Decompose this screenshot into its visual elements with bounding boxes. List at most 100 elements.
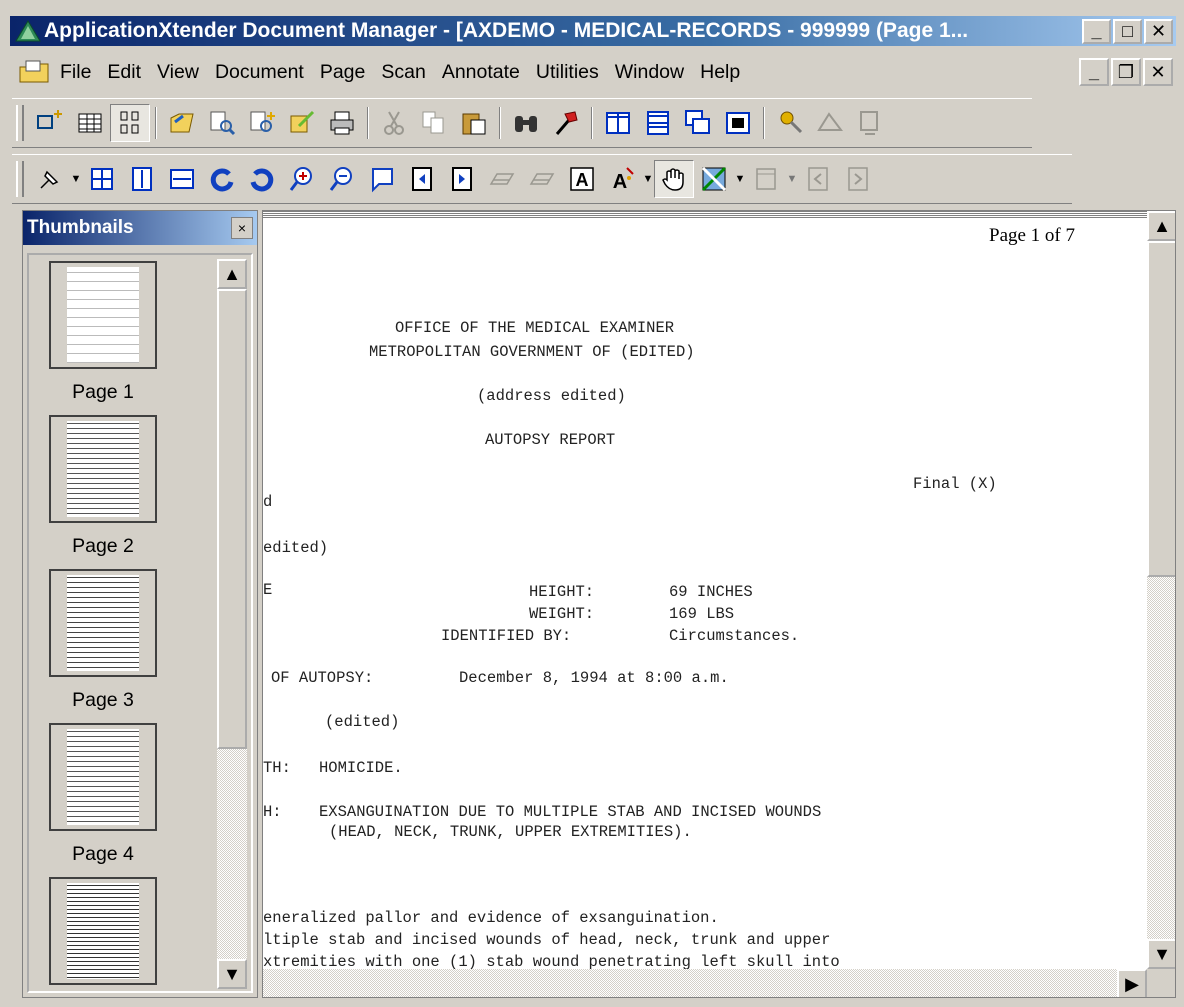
scroll-up-icon[interactable]: ▲	[217, 259, 247, 289]
previous-page-icon[interactable]	[402, 160, 442, 198]
thumbnail-page-2[interactable]: Page 2	[49, 415, 157, 558]
menu-document[interactable]: Document	[207, 55, 312, 89]
mdi-close-button[interactable]: ✕	[1143, 58, 1173, 86]
thumbnails-title: Thumbnails	[27, 217, 134, 238]
find-icon[interactable]	[506, 104, 546, 142]
cascade-icon[interactable]	[678, 104, 718, 142]
first-page-icon[interactable]	[798, 160, 838, 198]
maximize-button[interactable]: □	[1113, 18, 1142, 44]
scroll-right-icon[interactable]: ▶	[1117, 969, 1147, 997]
fit-best-icon[interactable]	[482, 160, 522, 198]
cut-icon[interactable]	[374, 104, 414, 142]
new-query-icon[interactable]	[242, 104, 282, 142]
new-document-icon[interactable]	[30, 104, 70, 142]
tile-vertical-icon[interactable]	[598, 104, 638, 142]
zoom-out-icon[interactable]	[322, 160, 362, 198]
menu-edit[interactable]: Edit	[99, 55, 149, 89]
open-folder-icon[interactable]	[162, 104, 202, 142]
document-horizontal-scrollbar[interactable]: ▶	[263, 969, 1147, 997]
menu-annotate[interactable]: Annotate	[434, 55, 528, 89]
paste-icon[interactable]	[454, 104, 494, 142]
thumbnail-page-3[interactable]: Page 3	[49, 569, 157, 712]
menu-scan[interactable]: Scan	[373, 55, 433, 89]
toolbar-separator	[367, 107, 369, 139]
thumbnail-page-5[interactable]	[49, 877, 157, 991]
page-indicator: Page 1 of 7	[989, 225, 1076, 246]
properties-icon[interactable]	[850, 104, 890, 142]
scrollbar-thumb[interactable]	[1147, 241, 1175, 577]
thumbnails-panel: Thumbnails × Page 1 Page 2 Page 3 Page 4…	[22, 210, 258, 998]
toolbar-separator	[763, 107, 765, 139]
annotation-dropdown-icon[interactable]: ▼	[642, 160, 654, 198]
app-logo-icon	[14, 18, 42, 44]
thumbnails-scrollbar[interactable]: ▲ ▼	[217, 259, 247, 989]
scrollbar-corner	[1147, 969, 1175, 997]
doc-line: TH:	[263, 759, 291, 777]
menu-page[interactable]: Page	[312, 55, 374, 89]
print-icon[interactable]	[322, 104, 362, 142]
scroll-down-icon[interactable]: ▼	[217, 959, 247, 989]
fit-all-icon[interactable]	[522, 160, 562, 198]
doc-line: December 8, 1994 at 8:00 a.m.	[459, 669, 729, 687]
layout-dropdown-icon[interactable]: ▼	[786, 160, 798, 198]
mdi-restore-button[interactable]: ❐	[1111, 58, 1141, 86]
zoom-in-icon[interactable]	[282, 160, 322, 198]
last-page-icon[interactable]	[838, 160, 878, 198]
scroll-up-icon[interactable]: ▲	[1147, 211, 1175, 241]
document-folder-icon[interactable]	[16, 57, 52, 87]
scrollbar-thumb[interactable]	[217, 289, 247, 749]
window-title: ApplicationXtender Document Manager - [A…	[44, 19, 969, 42]
rotate-left-icon[interactable]	[202, 160, 242, 198]
edit-document-icon[interactable]	[282, 104, 322, 142]
close-icon[interactable]: ×	[231, 217, 253, 239]
thumbnail-page-4[interactable]: Page 4	[49, 723, 157, 866]
menu-utilities[interactable]: Utilities	[528, 55, 607, 89]
enhance-dropdown-icon[interactable]: ▼	[734, 160, 746, 198]
thumbnail-label: Page 4	[72, 843, 134, 865]
doc-line: AUTOPSY REPORT	[485, 431, 616, 449]
doc-line: ltiple stab and incised wounds of head, …	[263, 931, 831, 949]
layout-icon[interactable]	[746, 160, 786, 198]
keys-icon[interactable]	[770, 104, 810, 142]
scroll-down-icon[interactable]: ▼	[1147, 939, 1175, 969]
thumbnail-label: Page 3	[72, 689, 134, 711]
menu-file[interactable]: File	[52, 55, 99, 89]
toolbar-grip[interactable]	[16, 105, 24, 141]
thumbnail-list: Page 1 Page 2 Page 3 Page 4 ▲ ▼	[27, 253, 253, 993]
doc-line: eneralized pallor and evidence of exsang…	[263, 909, 719, 927]
mdi-minimize-button[interactable]: _	[1079, 58, 1109, 86]
doc-line: (address edited)	[477, 387, 626, 405]
text-annotation-icon[interactable]: A	[562, 160, 602, 198]
list-view-icon[interactable]	[70, 104, 110, 142]
pin-dropdown-icon[interactable]: ▼	[70, 160, 82, 198]
fit-page-icon[interactable]	[82, 160, 122, 198]
menu-help[interactable]: Help	[692, 55, 748, 89]
select-area-icon[interactable]	[362, 160, 402, 198]
full-window-icon[interactable]	[718, 104, 758, 142]
tile-horizontal-icon[interactable]	[638, 104, 678, 142]
rotate-right-icon[interactable]	[242, 160, 282, 198]
minimize-button[interactable]: _	[1082, 18, 1111, 44]
toolbar-separator	[499, 107, 501, 139]
page-preview	[67, 729, 139, 825]
erase-icon[interactable]	[810, 104, 850, 142]
close-button[interactable]: ✕	[1144, 18, 1173, 44]
copy-icon[interactable]	[414, 104, 454, 142]
toolbar-grip[interactable]	[16, 161, 24, 197]
thumbnail-view-icon[interactable]	[110, 104, 150, 142]
search-document-icon[interactable]	[202, 104, 242, 142]
fit-height-icon[interactable]	[122, 160, 162, 198]
title-bar: ApplicationXtender Document Manager - [A…	[10, 16, 1176, 46]
document-vertical-scrollbar[interactable]: ▲ ▼	[1147, 211, 1175, 969]
next-page-icon[interactable]	[442, 160, 482, 198]
menu-window[interactable]: Window	[607, 55, 692, 89]
menu-view[interactable]: View	[149, 55, 207, 89]
image-enhance-icon[interactable]	[694, 160, 734, 198]
hammer-icon[interactable]	[546, 104, 586, 142]
fit-width-icon[interactable]	[162, 160, 202, 198]
pin-icon[interactable]	[30, 160, 70, 198]
highlight-icon[interactable]: A	[602, 160, 642, 198]
document-view[interactable]: Page 1 of 7 OFFICE OF THE MEDICAL EXAMIN…	[262, 210, 1176, 998]
thumbnail-page-1[interactable]: Page 1	[49, 261, 157, 404]
hand-pan-icon[interactable]	[654, 160, 694, 198]
